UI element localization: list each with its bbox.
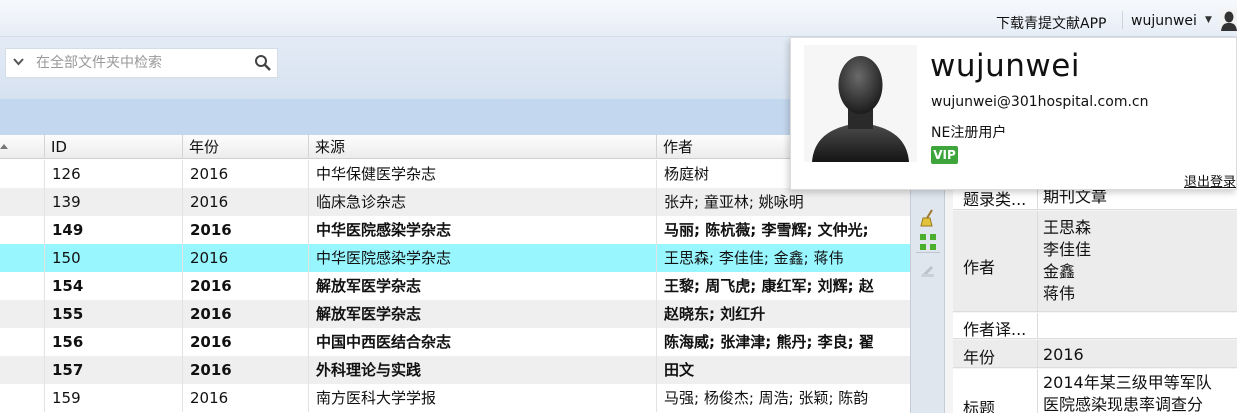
popup-email: wujunwei@301hospital.com.cn (931, 94, 1149, 110)
popup-user-role: NE注册用户 (931, 125, 1007, 141)
detail-author-3[interactable]: 金鑫 (1043, 261, 1075, 282)
cell-author: 马丽; 陈杭薇; 李雪辉; 文仲光; (664, 221, 869, 239)
cell-author: 张卉; 童亚林; 姚咏明 (664, 193, 804, 211)
user-profile-popup: wujunwei wujunwei@301hospital.com.cn NE注… (790, 37, 1237, 190)
cell-source: 解放军医学杂志 (316, 305, 422, 323)
cell-id: 150 (52, 249, 81, 267)
cell-year: 2016 (190, 305, 232, 323)
cell-id: 149 (52, 221, 84, 239)
cell-author: 田文 (664, 361, 695, 379)
table-header: ID 年份 来源 作者 (0, 135, 910, 159)
cell-source: 中华医院感染学杂志 (316, 221, 452, 239)
detail-panel: 题录类... 期刊文章 作者 王思森 李佳佳 金鑫 蒋伟 作者译... 年份 2… (945, 187, 1237, 413)
table-row[interactable]: 156 2016 中国中西医结合杂志 陈海威; 张津津; 熊丹; 李良; 翟 (0, 328, 910, 356)
cell-source: 中国中西医结合杂志 (316, 333, 452, 351)
detail-row-title: 标题 2014年某三级甲等军队 医院感染现患率调查分 (953, 369, 1237, 413)
detail-value[interactable]: 2016 (1043, 344, 1084, 365)
cell-year: 2016 (190, 193, 229, 211)
caret-down-icon[interactable]: ▼ (1205, 15, 1212, 25)
detail-row-author: 作者 王思森 李佳佳 金鑫 蒋伟 (953, 211, 1237, 312)
detail-row-author-translation: 作者译... (953, 313, 1237, 339)
expand-icon[interactable] (918, 232, 938, 252)
topbar-divider (1122, 11, 1123, 29)
cell-id: 159 (52, 389, 81, 407)
search-box[interactable] (5, 48, 278, 78)
cell-year: 2016 (190, 333, 232, 351)
table-row[interactable]: 149 2016 中华医院感染学杂志 马丽; 陈杭薇; 李雪辉; 文仲光; (0, 216, 910, 244)
cell-year: 2016 (190, 277, 232, 295)
logout-link[interactable]: 退出登录 (1184, 171, 1236, 190)
cell-source: 解放军医学杂志 (316, 277, 422, 295)
detail-title-line[interactable]: 医院感染现患率调查分 (1043, 394, 1203, 413)
vip-badge: VIP (931, 146, 958, 164)
popup-username: wujunwei (930, 48, 1080, 84)
detail-row-type: 题录类... 期刊文章 (953, 187, 1237, 210)
detail-label: 作者译... (963, 320, 1027, 339)
table-row[interactable]: 154 2016 解放军医学杂志 王黎; 周飞虎; 康红军; 刘辉; 赵 (0, 272, 910, 300)
cell-source: 中华保健医学杂志 (316, 165, 437, 183)
detail-label: 年份 (963, 348, 996, 367)
search-input[interactable] (36, 54, 246, 72)
detail-title-line[interactable]: 2014年某三级甲等军队 (1043, 372, 1212, 393)
table-row[interactable]: 150 2016 中华医院感染学杂志 王思森; 李佳佳; 金鑫; 蒋伟 (0, 244, 910, 272)
cell-year: 2016 (190, 249, 229, 267)
cell-year: 2016 (190, 221, 232, 239)
user-avatar-icon[interactable] (1220, 9, 1237, 31)
top-bar: 下载青提文献APP wujunwei ▼ (0, 0, 1237, 37)
cell-author: 王黎; 周飞虎; 康红军; 刘辉; 赵 (664, 277, 874, 295)
table-row[interactable]: 159 2016 南方医科大学学报 马强; 杨俊杰; 周浩; 张颖; 陈韵 (0, 384, 910, 412)
username-menu[interactable]: wujunwei (1131, 13, 1197, 29)
detail-author-2[interactable]: 李佳佳 (1043, 239, 1091, 260)
toolbar-divider (916, 252, 940, 253)
detail-row-year: 年份 2016 (953, 340, 1237, 368)
cell-author: 王思森; 李佳佳; 金鑫; 蒋伟 (664, 249, 844, 267)
cell-source: 外科理论与实践 (316, 361, 422, 379)
avatar (804, 45, 917, 162)
detail-side-toolbar (910, 190, 945, 413)
table-row[interactable]: 126 2016 中华保健医学杂志 杨庭树 (0, 160, 910, 188)
collection-band (0, 99, 790, 135)
cell-source: 南方医科大学学报 (316, 389, 437, 407)
cell-year: 2016 (190, 389, 229, 407)
cell-id: 154 (52, 277, 84, 295)
cell-source: 临床急诊杂志 (316, 193, 407, 211)
cell-year: 2016 (190, 361, 232, 379)
cell-id: 156 (52, 333, 84, 351)
edit-icon[interactable] (918, 260, 938, 280)
search-icon[interactable] (254, 54, 272, 72)
download-app-link[interactable]: 下载青提文献APP (996, 13, 1106, 33)
cell-year: 2016 (190, 165, 229, 183)
cell-id: 126 (52, 165, 81, 183)
detail-label: 作者 (963, 258, 996, 277)
cell-author: 陈海威; 张津津; 熊丹; 李良; 翟 (664, 333, 874, 351)
cell-id: 139 (52, 193, 81, 211)
cell-id: 157 (52, 361, 84, 379)
broom-icon[interactable] (918, 208, 938, 228)
column-header-id[interactable]: ID (44, 135, 182, 159)
cell-author: 马强; 杨俊杰; 周浩; 张颖; 陈韵 (664, 389, 869, 407)
cell-id: 155 (52, 305, 84, 323)
table-row[interactable]: 139 2016 临床急诊杂志 张卉; 童亚林; 姚咏明 (0, 188, 910, 216)
detail-label: 标题 (963, 399, 996, 413)
column-header-year[interactable]: 年份 (182, 135, 308, 159)
cell-author: 赵晓东; 刘红升 (664, 305, 766, 323)
chevron-down-icon[interactable] (13, 56, 24, 69)
detail-author-1[interactable]: 王思森 (1043, 217, 1091, 238)
detail-author-4[interactable]: 蒋伟 (1043, 283, 1075, 304)
table-row[interactable]: 155 2016 解放军医学杂志 赵晓东; 刘红升 (0, 300, 910, 328)
table-row[interactable]: 157 2016 外科理论与实践 田文 (0, 356, 910, 384)
column-header-source[interactable]: 来源 (308, 135, 656, 159)
sort-arrow-icon[interactable] (0, 144, 8, 149)
cell-source: 中华医院感染学杂志 (316, 249, 452, 267)
